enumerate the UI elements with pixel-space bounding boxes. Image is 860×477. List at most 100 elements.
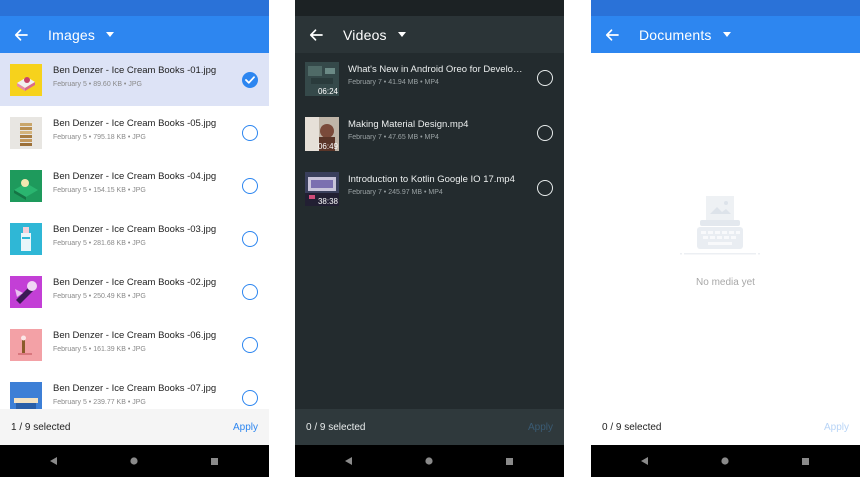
ice-cream-book-blue-thumbnail bbox=[10, 382, 42, 409]
checkmark-icon bbox=[245, 76, 255, 84]
video-duration: 06:49 bbox=[317, 142, 338, 151]
file-name: Ben Denzer - Ice Cream Books -07.jpg bbox=[53, 383, 217, 394]
dropdown-caret-icon[interactable] bbox=[397, 30, 407, 40]
nav-home-icon[interactable] bbox=[129, 456, 139, 466]
file-meta: February 7 • 41.94 MB • MP4 bbox=[348, 79, 439, 86]
images-screen: Images Ben Denzer - Ice Cream Books -01.… bbox=[0, 0, 269, 477]
nav-back-icon[interactable] bbox=[640, 456, 650, 466]
nav-back-icon[interactable] bbox=[344, 456, 354, 466]
selection-bar: 0 / 9 selected Apply bbox=[591, 409, 860, 445]
file-meta: February 5 • 250.49 KB • JPG bbox=[53, 293, 146, 300]
system-navigation-bar bbox=[591, 445, 860, 477]
file-meta: February 5 • 281.68 KB • JPG bbox=[53, 240, 146, 247]
selection-checkbox[interactable] bbox=[242, 125, 258, 141]
ice-cream-book-purple-thumbnail bbox=[10, 276, 42, 308]
media-list-item[interactable]: 06:24 What's New in Android Oreo for Dev… bbox=[295, 53, 564, 108]
video-duration: 06:24 bbox=[317, 87, 338, 96]
file-name: Ben Denzer - Ice Cream Books -06.jpg bbox=[53, 330, 217, 341]
file-meta: February 5 • 89.60 KB • JPG bbox=[53, 81, 142, 88]
selected-count: 0 / 9 selected bbox=[306, 421, 366, 433]
documents-screen: Documents No media yet 0 / 9 selected Ap… bbox=[591, 0, 860, 477]
dropdown-caret-icon[interactable] bbox=[722, 30, 732, 40]
app-bar: Videos bbox=[295, 16, 564, 53]
file-name: Making Material Design.mp4 bbox=[348, 119, 469, 130]
empty-state: No media yet bbox=[591, 53, 860, 409]
apply-button[interactable]: Apply bbox=[233, 422, 258, 433]
status-bar bbox=[295, 0, 564, 16]
selection-checkbox[interactable] bbox=[537, 70, 553, 86]
media-list: Ben Denzer - Ice Cream Books -01.jpg Feb… bbox=[0, 53, 269, 409]
selection-checkbox[interactable] bbox=[537, 125, 553, 141]
android-oreo-video-thumbnail: 06:24 bbox=[305, 62, 339, 96]
selection-checkbox[interactable] bbox=[242, 284, 258, 300]
album-title[interactable]: Documents bbox=[639, 27, 712, 43]
file-meta: February 5 • 161.39 KB • JPG bbox=[53, 346, 146, 353]
album-title[interactable]: Videos bbox=[343, 27, 387, 43]
app-bar: Images bbox=[0, 16, 269, 53]
selected-count: 0 / 9 selected bbox=[602, 421, 662, 433]
selected-count: 1 / 9 selected bbox=[11, 421, 71, 433]
media-list-item[interactable]: Ben Denzer - Ice Cream Books -07.jpg Feb… bbox=[0, 371, 269, 409]
nav-home-icon[interactable] bbox=[720, 456, 730, 466]
media-list: 06:24 What's New in Android Oreo for Dev… bbox=[295, 53, 564, 409]
file-name: Introduction to Kotlin Google IO 17.mp4 bbox=[348, 174, 515, 185]
media-list-item[interactable]: Ben Denzer - Ice Cream Books -05.jpg Feb… bbox=[0, 106, 269, 159]
selection-checkbox[interactable] bbox=[242, 72, 258, 88]
app-bar: Documents bbox=[591, 16, 860, 53]
material-design-video-thumbnail: 06:49 bbox=[305, 117, 339, 151]
videos-screen: Videos 06:24 What's New in Android Oreo … bbox=[295, 0, 564, 477]
kotlin-io-video-thumbnail: 38:38 bbox=[305, 172, 339, 206]
media-list-item[interactable]: 06:49 Making Material Design.mp4 Februar… bbox=[295, 108, 564, 163]
media-list-item[interactable]: Ben Denzer - Ice Cream Books -03.jpg Feb… bbox=[0, 212, 269, 265]
file-name: Ben Denzer - Ice Cream Books -05.jpg bbox=[53, 118, 217, 129]
file-meta: February 5 • 239.77 KB • JPG bbox=[53, 399, 146, 406]
ice-cream-book-stack-thumbnail bbox=[10, 117, 42, 149]
apply-button[interactable]: Apply bbox=[528, 422, 553, 433]
dropdown-caret-icon[interactable] bbox=[105, 30, 115, 40]
file-meta: February 5 • 154.15 KB • JPG bbox=[53, 187, 146, 194]
selection-checkbox[interactable] bbox=[242, 231, 258, 247]
nav-back-icon[interactable] bbox=[49, 456, 59, 466]
ice-cream-book-green-thumbnail bbox=[10, 170, 42, 202]
screen-gap bbox=[564, 0, 590, 477]
nav-recents-icon[interactable] bbox=[504, 456, 514, 466]
selection-bar: 1 / 9 selected Apply bbox=[0, 409, 269, 445]
empty-message: No media yet bbox=[696, 277, 755, 288]
media-list-item[interactable]: 38:38 Introduction to Kotlin Google IO 1… bbox=[295, 163, 564, 218]
file-name: What's New in Android Oreo for Develop..… bbox=[348, 64, 523, 75]
selection-checkbox[interactable] bbox=[242, 390, 258, 406]
media-list-item[interactable]: Ben Denzer - Ice Cream Books -01.jpg Feb… bbox=[0, 53, 269, 106]
ice-cream-book-pink-thumbnail bbox=[10, 329, 42, 361]
selection-checkbox[interactable] bbox=[242, 178, 258, 194]
file-name: Ben Denzer - Ice Cream Books -03.jpg bbox=[53, 224, 217, 235]
nav-home-icon[interactable] bbox=[424, 456, 434, 466]
media-list-item[interactable]: Ben Denzer - Ice Cream Books -02.jpg Feb… bbox=[0, 265, 269, 318]
file-meta: February 7 • 47.65 MB • MP4 bbox=[348, 134, 439, 141]
status-bar bbox=[591, 0, 860, 16]
selection-checkbox[interactable] bbox=[242, 337, 258, 353]
back-arrow-icon[interactable] bbox=[307, 26, 325, 44]
file-meta: February 7 • 245.97 MB • MP4 bbox=[348, 189, 443, 196]
file-name: Ben Denzer - Ice Cream Books -04.jpg bbox=[53, 171, 217, 182]
ice-cream-book-cyan-thumbnail bbox=[10, 223, 42, 255]
nav-recents-icon[interactable] bbox=[209, 456, 219, 466]
back-arrow-icon[interactable] bbox=[12, 26, 30, 44]
system-navigation-bar bbox=[295, 445, 564, 477]
file-name: Ben Denzer - Ice Cream Books -01.jpg bbox=[53, 65, 217, 76]
ice-cream-book-yellow-thumbnail bbox=[10, 64, 42, 96]
nav-recents-icon[interactable] bbox=[800, 456, 810, 466]
media-list-item[interactable]: Ben Denzer - Ice Cream Books -04.jpg Feb… bbox=[0, 159, 269, 212]
selection-bar: 0 / 9 selected Apply bbox=[295, 409, 564, 445]
screen-gap bbox=[269, 0, 295, 477]
back-arrow-icon[interactable] bbox=[603, 26, 621, 44]
apply-button[interactable]: Apply bbox=[824, 422, 849, 433]
system-navigation-bar bbox=[0, 445, 269, 477]
album-title[interactable]: Images bbox=[48, 27, 95, 43]
video-duration: 38:38 bbox=[317, 197, 338, 206]
file-name: Ben Denzer - Ice Cream Books -02.jpg bbox=[53, 277, 217, 288]
typewriter-icon bbox=[680, 194, 760, 264]
selection-checkbox[interactable] bbox=[537, 180, 553, 196]
media-list-item[interactable]: Ben Denzer - Ice Cream Books -06.jpg Feb… bbox=[0, 318, 269, 371]
status-bar bbox=[0, 0, 269, 16]
file-meta: February 5 • 795.18 KB • JPG bbox=[53, 134, 146, 141]
